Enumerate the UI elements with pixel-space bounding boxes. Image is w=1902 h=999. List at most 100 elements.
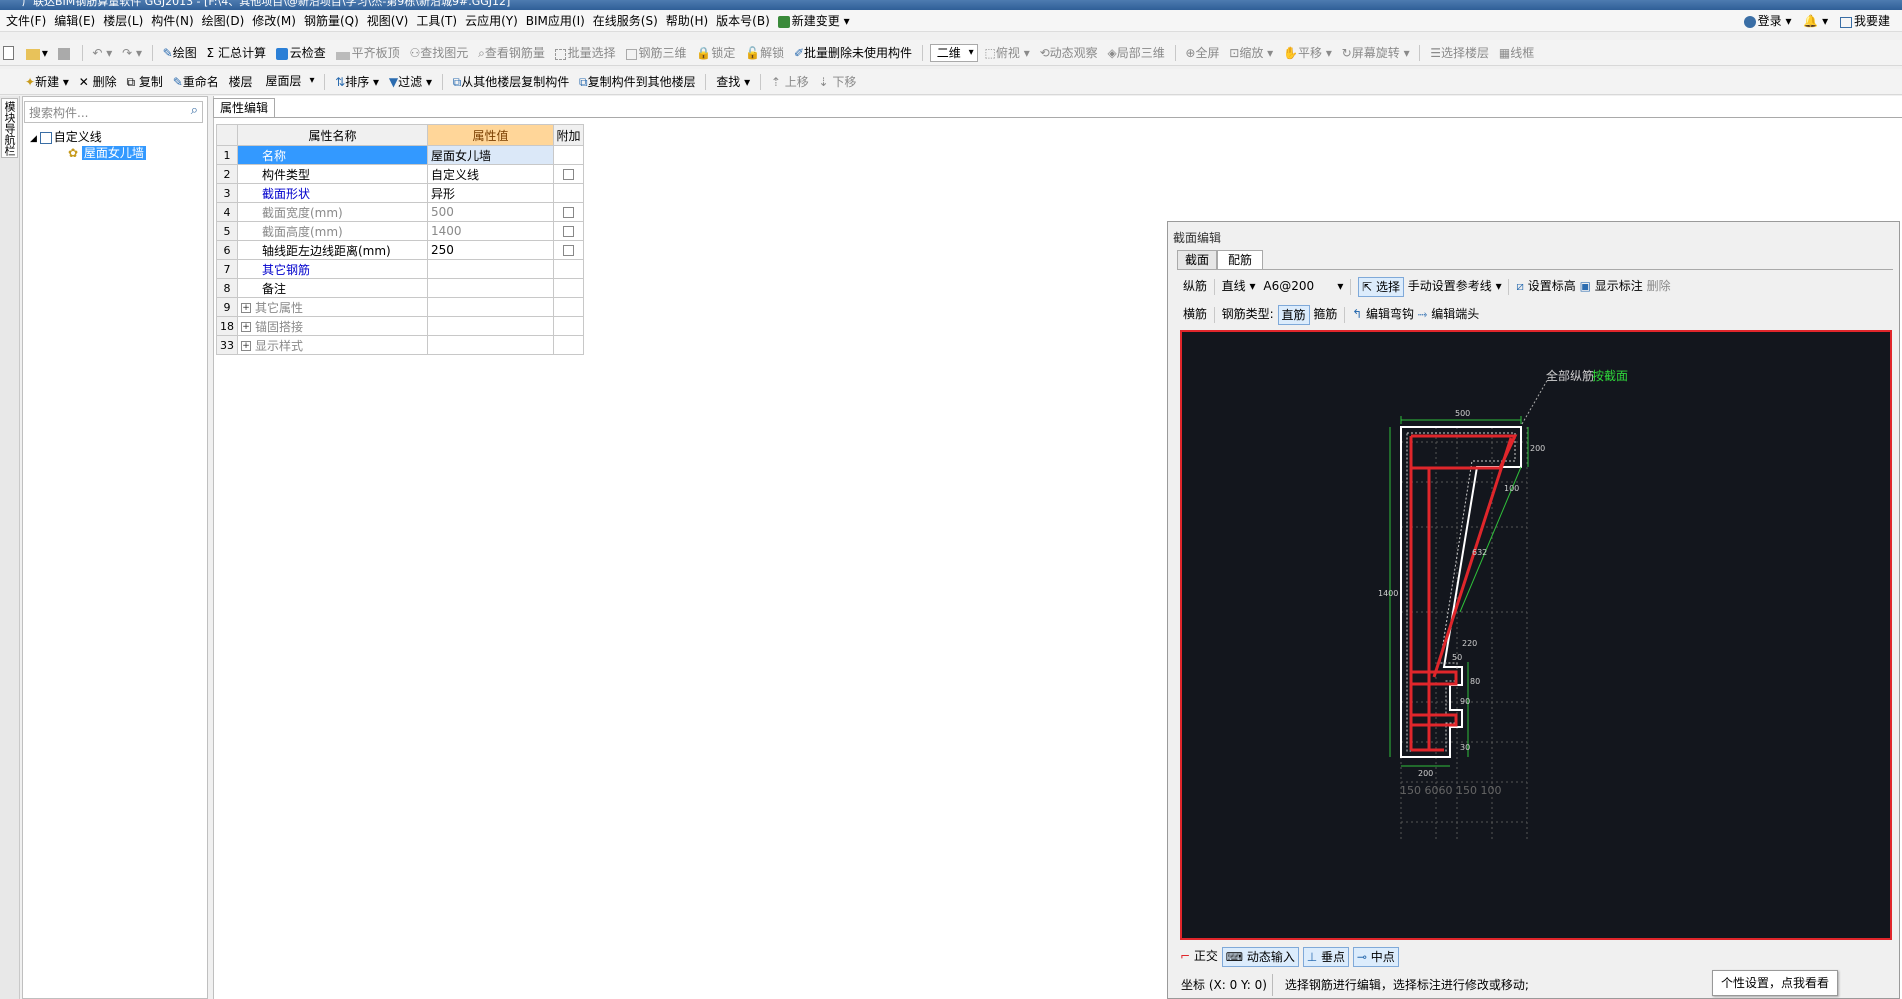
midpoint-button[interactable]: ⊸ 中点 bbox=[1352, 946, 1399, 967]
wireframe-button[interactable]: ▦线框 bbox=[1496, 40, 1537, 65]
view-mode-select[interactable]: 二维 bbox=[929, 44, 978, 62]
extra-checkbox[interactable] bbox=[563, 169, 574, 180]
local-3d-button[interactable]: ◈局部三维 bbox=[1104, 40, 1167, 65]
menu-new-change[interactable]: 新建变更 ▾ bbox=[774, 10, 854, 32]
menu-rebar-qty[interactable]: 钢筋量(Q) bbox=[300, 10, 363, 32]
sum-button[interactable]: Σ 汇总计算 bbox=[204, 40, 269, 65]
rebar-3d-button[interactable]: 钢筋三维 bbox=[623, 40, 690, 65]
tree-item[interactable]: ✿ 屋面女儿墙 bbox=[68, 144, 146, 161]
edit-hook-button[interactable]: ↰ 编辑弯钩 bbox=[1352, 307, 1414, 321]
section-canvas[interactable]: 500 200 1400 200 100 632 220 50 80 90 30… bbox=[1180, 330, 1892, 940]
batch-select-button[interactable]: 批量选择 bbox=[552, 40, 619, 65]
straight-bar-button[interactable]: 直筋 bbox=[1277, 304, 1310, 325]
prop-value[interactable]: 异形 bbox=[427, 183, 554, 203]
zoom-button[interactable]: ⊡缩放 ▾ bbox=[1226, 40, 1276, 65]
table-row[interactable]: 2 构件类型 自定义线 bbox=[216, 164, 584, 184]
callout-by-section[interactable]: 按截面 bbox=[1592, 369, 1628, 383]
copy-button[interactable]: ⧉ 复制 bbox=[123, 69, 165, 94]
expand-icon[interactable]: + bbox=[241, 303, 251, 313]
view-rebar-button[interactable]: ⌕查看钢筋量 bbox=[475, 40, 548, 65]
find-button[interactable]: 查找 ▾ bbox=[713, 69, 753, 94]
filter-button[interactable]: ▼过滤 ▾ bbox=[386, 69, 435, 94]
menu-component[interactable]: 构件(N) bbox=[147, 10, 197, 32]
delete-rebar-button[interactable]: 删除 bbox=[1647, 279, 1671, 293]
rotate-button[interactable]: ↻屏幕旋转 ▾ bbox=[1339, 40, 1413, 65]
select-tool-button[interactable]: ⇱ 选择 bbox=[1358, 276, 1404, 297]
trans-bar-label[interactable]: 横筋 bbox=[1183, 307, 1207, 321]
tab-rebar[interactable]: 配筋 bbox=[1217, 250, 1263, 270]
table-row[interactable]: 4 截面宽度(mm) 500 bbox=[216, 202, 584, 222]
menu-draw[interactable]: 绘图(D) bbox=[198, 10, 249, 32]
notify-button[interactable]: 🔔 ▾ bbox=[1799, 10, 1832, 32]
table-row[interactable]: 8 备注 bbox=[216, 278, 584, 298]
pan-button[interactable]: ✋平移 ▾ bbox=[1280, 40, 1335, 65]
unlock-button[interactable]: 🔓解锁 bbox=[742, 40, 787, 65]
undo-button[interactable]: ↶ ▾ bbox=[89, 40, 115, 65]
fullscreen-button[interactable]: ⊕全屏 bbox=[1182, 40, 1222, 65]
menu-modify[interactable]: 修改(M) bbox=[248, 10, 300, 32]
table-row[interactable]: 7 其它钢筋 bbox=[216, 259, 584, 279]
personalize-tooltip[interactable]: 个性设置，点我看看 bbox=[1712, 970, 1838, 996]
table-row[interactable]: 33 + 显示样式 bbox=[216, 335, 584, 355]
table-row[interactable]: 3 截面形状 异形 bbox=[216, 183, 584, 203]
prop-value[interactable]: 250 bbox=[427, 240, 554, 260]
step-rebar-2[interactable] bbox=[1411, 713, 1458, 727]
tab-section[interactable]: 截面 bbox=[1177, 250, 1217, 270]
menu-cloud[interactable]: 云应用(Y) bbox=[461, 10, 522, 32]
draw-button[interactable]: ✎绘图 bbox=[160, 40, 200, 65]
set-mark-button[interactable]: ⧄ 设置标高 bbox=[1516, 279, 1575, 293]
floor-select[interactable]: 屋面层 bbox=[259, 73, 317, 91]
menu-tools[interactable]: 工具(T) bbox=[412, 10, 461, 32]
show-mark-button[interactable]: ▣ 显示标注 bbox=[1580, 279, 1643, 293]
menu-bim[interactable]: BIM应用(I) bbox=[522, 10, 589, 32]
table-row[interactable]: 9 + 其它属性 bbox=[216, 297, 584, 317]
copy-from-floor-button[interactable]: ⧉从其他楼层复制构件 bbox=[450, 69, 573, 94]
menu-edit[interactable]: 编辑(E) bbox=[50, 10, 99, 32]
move-up-button[interactable]: ⇡ 上移 bbox=[768, 69, 812, 94]
cloud-check-button[interactable]: 云检查 bbox=[273, 40, 329, 65]
help-button[interactable]: 我要建 bbox=[1836, 10, 1894, 32]
table-row[interactable]: 6 轴线距左边线距离(mm) 250 bbox=[216, 240, 584, 260]
prop-group[interactable]: + 其它属性 bbox=[237, 297, 428, 317]
open-button[interactable]: ▾ bbox=[23, 40, 51, 65]
search-icon[interactable]: ⌕ bbox=[191, 103, 198, 118]
extra-checkbox[interactable] bbox=[563, 226, 574, 237]
find-elem-button[interactable]: ⚇查找图元 bbox=[406, 40, 471, 65]
manual-ref-button[interactable]: 手动设置参考线 ▾ bbox=[1408, 279, 1502, 293]
rename-button[interactable]: ✎重命名 bbox=[170, 69, 222, 94]
dynamic-view-button[interactable]: ⟲动态观察 bbox=[1037, 40, 1101, 65]
prop-value[interactable] bbox=[427, 278, 554, 298]
edit-end-button[interactable]: ⤑ 编辑端头 bbox=[1418, 307, 1479, 321]
top-rebar[interactable] bbox=[1411, 434, 1518, 470]
tree-root[interactable]: ◢ 自定义线 bbox=[30, 128, 102, 145]
select-floor-button[interactable]: ☰选择楼层 bbox=[1427, 40, 1492, 65]
copy-to-floor-button[interactable]: ⧉复制构件到其他楼层 bbox=[576, 69, 699, 94]
tab-property-edit[interactable]: 属性编辑 bbox=[213, 98, 275, 118]
component-search[interactable]: 搜索构件... ⌕ bbox=[24, 101, 203, 123]
save-button[interactable] bbox=[55, 40, 75, 65]
section-drawing[interactable]: 500 200 1400 200 100 632 220 50 80 90 30… bbox=[1182, 332, 1890, 938]
prop-group[interactable]: + 显示样式 bbox=[237, 335, 428, 355]
batch-delete-button[interactable]: ✐批量删除未使用构件 bbox=[791, 40, 915, 65]
collapse-icon[interactable]: ◢ bbox=[30, 134, 40, 144]
prop-value[interactable] bbox=[427, 259, 554, 279]
menu-help[interactable]: 帮助(H) bbox=[662, 10, 712, 32]
flat-top-button[interactable]: 平齐板顶 bbox=[333, 40, 403, 65]
login-button[interactable]: 登录 ▾ bbox=[1740, 10, 1796, 32]
menu-file[interactable]: 文件(F) bbox=[2, 10, 50, 32]
prop-value[interactable]: 自定义线 bbox=[427, 164, 554, 184]
table-row[interactable]: 1 名称 屋面女儿墙 bbox=[216, 145, 584, 165]
prop-value[interactable]: 500 bbox=[427, 202, 554, 222]
menu-floor[interactable]: 楼层(L) bbox=[99, 10, 147, 32]
extra-checkbox[interactable] bbox=[563, 207, 574, 218]
prop-group[interactable]: + 锚固搭接 bbox=[237, 316, 428, 336]
dynamic-input-button[interactable]: ⌨ 动态输入 bbox=[1221, 946, 1299, 967]
module-nav-tab[interactable]: 模块导航栏 bbox=[1, 98, 18, 158]
move-down-button[interactable]: ⇣ 下移 bbox=[816, 69, 860, 94]
menu-online[interactable]: 在线服务(S) bbox=[589, 10, 662, 32]
extra-checkbox[interactable] bbox=[563, 245, 574, 256]
stirrup-button[interactable]: 箍筋 bbox=[1313, 307, 1337, 321]
expand-icon[interactable]: + bbox=[241, 341, 251, 351]
callout-all-bars[interactable]: 全部纵筋 bbox=[1546, 368, 1594, 383]
new-file-button[interactable] bbox=[0, 40, 19, 65]
